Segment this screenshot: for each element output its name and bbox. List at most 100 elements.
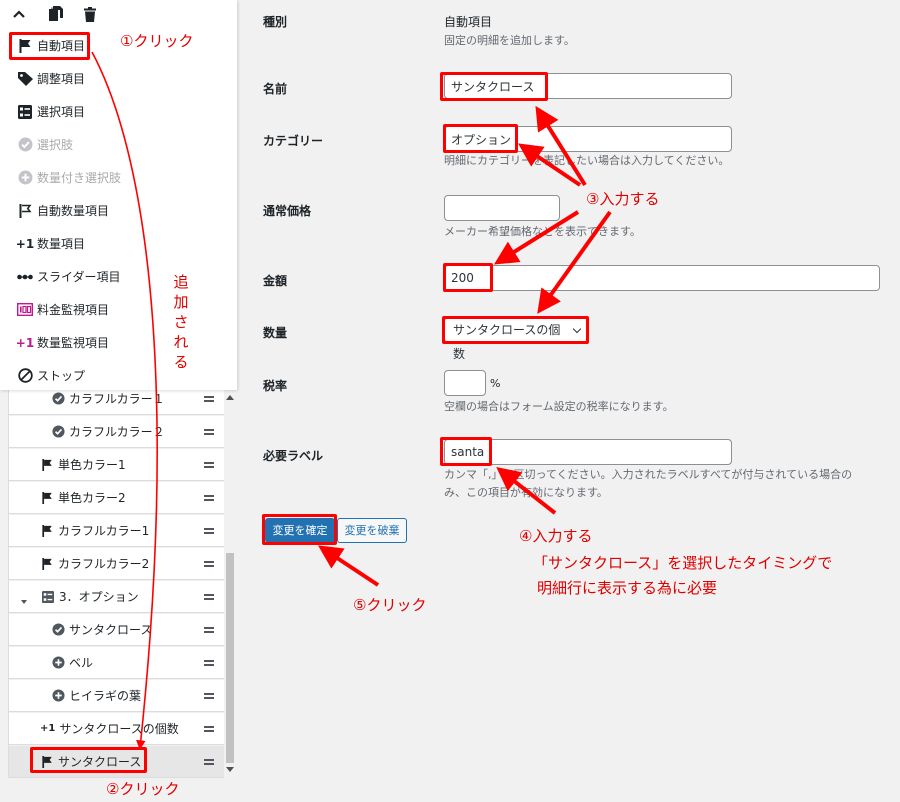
scroll-thumb[interactable] <box>226 553 234 763</box>
duplicate-icon[interactable] <box>47 5 65 23</box>
discard-changes-button[interactable]: 変更を破棄 <box>337 518 407 543</box>
scroll-down-icon[interactable] <box>226 767 234 772</box>
menu-item-slider[interactable]: スライダー項目 <box>0 260 237 293</box>
tree-row-label: サンタクロースの個数 <box>59 722 179 736</box>
type-help: 固定の明細を追加します。 <box>444 34 575 47</box>
menu-item-auto[interactable]: 自動項目 <box>0 29 237 62</box>
tree-row-colorful-flag-1[interactable]: カラフルカラー1 <box>9 515 224 547</box>
plus-circle-icon <box>51 689 65 703</box>
menu-item-qty[interactable]: +1 数量項目 <box>0 227 237 260</box>
added-char: 追 <box>173 273 189 291</box>
category-input[interactable] <box>444 126 732 152</box>
menu-item-adjust[interactable]: 調整項目 <box>0 62 237 95</box>
category-help: 明細にカテゴリーを表記したい場合は入力してください。 <box>444 154 730 167</box>
name-input[interactable] <box>444 73 732 99</box>
annotation-step4-note-1: 「サンタクロース」を選択したタイミングで <box>533 554 833 572</box>
tree-row-option-group[interactable]: 3．オプション <box>9 581 224 613</box>
tree-row-colorful-2[interactable]: カラフルカラー２ <box>9 416 224 448</box>
quantity-select[interactable]: サンタクロースの個数 <box>444 317 588 361</box>
drag-handle-icon[interactable] <box>204 462 214 468</box>
plus-circle-icon <box>51 656 65 670</box>
flag-icon <box>40 491 54 505</box>
name-label: 名前 <box>263 82 288 96</box>
check-circle-icon <box>51 425 65 439</box>
flag-icon <box>40 755 54 769</box>
trash-icon[interactable] <box>81 5 99 23</box>
normal-price-help: メーカー希望価格などを表示できます。 <box>444 225 641 238</box>
tree-row-holly[interactable]: ヒイラギの葉 <box>9 680 224 712</box>
plus-one-pink-icon: +1 <box>15 335 35 350</box>
flag-icon <box>17 38 33 54</box>
tree-row-santa-auto[interactable]: サンタクロース <box>9 746 224 778</box>
menu-item-label: 数量付き選択肢 <box>37 171 122 185</box>
annotation-step1: ①クリック <box>120 32 194 50</box>
drag-handle-icon[interactable] <box>204 528 214 534</box>
check-circle-icon <box>51 623 65 637</box>
required-label-label: 必要ラベル <box>263 449 324 463</box>
category-label: カテゴリー <box>263 134 324 148</box>
drag-handle-icon[interactable] <box>204 561 214 567</box>
added-char: さ <box>173 313 189 331</box>
menu-item-choice: 選択肢 <box>0 128 237 161</box>
tree-row-santa-choice[interactable]: サンタクロース <box>9 614 224 646</box>
tax-input[interactable] <box>444 370 486 396</box>
check-circle-icon <box>17 137 33 153</box>
tree-row-label: カラフルカラー1 <box>58 524 150 538</box>
drag-handle-icon[interactable] <box>204 429 214 435</box>
collapse-up-icon[interactable] <box>10 5 28 23</box>
required-label-help-2: み、この項目が有効になります。 <box>444 486 608 499</box>
annotation-step4: ④入力する <box>519 527 593 545</box>
tree-row-label: サンタクロース <box>69 623 153 637</box>
menu-item-stop[interactable]: ストップ <box>0 359 237 392</box>
required-label-help-1: カンマ「,」で区切ってください。入力されたラベルすべてが付与されている場合の <box>444 468 853 481</box>
tree-row-label: サンタクロース <box>58 755 142 769</box>
chevron-down-icon <box>572 324 582 334</box>
menu-item-label: 選択肢 <box>37 138 74 152</box>
annotation-step4-note-2: 明細行に表示する為に必要 <box>537 579 718 597</box>
tree-scrollbar[interactable] <box>225 383 235 778</box>
check-circle-icon <box>51 392 65 406</box>
required-label-input[interactable] <box>444 439 732 465</box>
tree-row-solid-1[interactable]: 単色カラー1 <box>9 449 224 481</box>
menu-item-select[interactable]: 選択項目 <box>0 95 237 128</box>
drag-handle-icon[interactable] <box>204 627 214 633</box>
quantity-label: 数量 <box>263 326 288 340</box>
menu-item-auto-qty[interactable]: 自動数量項目 <box>0 194 237 227</box>
plus-circle-icon <box>17 170 33 186</box>
tree-toolbar <box>0 0 237 29</box>
scroll-up-icon[interactable] <box>226 395 234 400</box>
menu-item-price-watch[interactable]: 料金監視項目 <box>0 293 237 326</box>
tree-row-bell[interactable]: ベル <box>9 647 224 679</box>
tree-row-colorful-flag-2[interactable]: カラフルカラー2 <box>9 548 224 580</box>
drag-handle-icon[interactable] <box>204 726 214 732</box>
tree-row-label: カラフルカラー２ <box>69 425 165 439</box>
drag-handle-icon[interactable] <box>204 495 214 501</box>
slider-icon <box>17 269 33 285</box>
tree-row-label: 3．オプション <box>59 590 139 604</box>
menu-item-label: 調整項目 <box>37 72 86 86</box>
menu-item-label: 自動数量項目 <box>37 204 110 218</box>
tag-icon <box>17 71 33 87</box>
drag-handle-icon[interactable] <box>204 759 214 765</box>
type-label: 種別 <box>263 15 288 29</box>
annotation-step2: ②クリック <box>106 780 180 798</box>
drag-handle-icon[interactable] <box>204 693 214 699</box>
drag-handle-icon[interactable] <box>204 594 214 600</box>
menu-item-label: ストップ <box>37 369 86 383</box>
plus-one-icon: +1 <box>15 236 35 251</box>
apply-changes-button[interactable]: 変更を確定 <box>265 518 335 543</box>
tree-row-solid-2[interactable]: 単色カラー2 <box>9 482 224 514</box>
amount-input[interactable] <box>444 265 880 291</box>
tree-row-santa-count[interactable]: +1 サンタクロースの個数 <box>9 713 224 745</box>
drag-handle-icon[interactable] <box>204 396 214 402</box>
flag-icon <box>40 557 54 571</box>
added-char: れ <box>173 333 189 351</box>
list-icon <box>41 590 55 604</box>
tree-row-label: カラフルカラー2 <box>58 557 150 571</box>
stop-icon <box>17 368 33 384</box>
normal-price-input[interactable] <box>444 195 560 221</box>
caret-down-icon[interactable] <box>21 594 27 604</box>
menu-item-qty-watch[interactable]: +1 数量監視項目 <box>0 326 237 359</box>
menu-item-label: スライダー項目 <box>37 270 121 284</box>
drag-handle-icon[interactable] <box>204 660 214 666</box>
